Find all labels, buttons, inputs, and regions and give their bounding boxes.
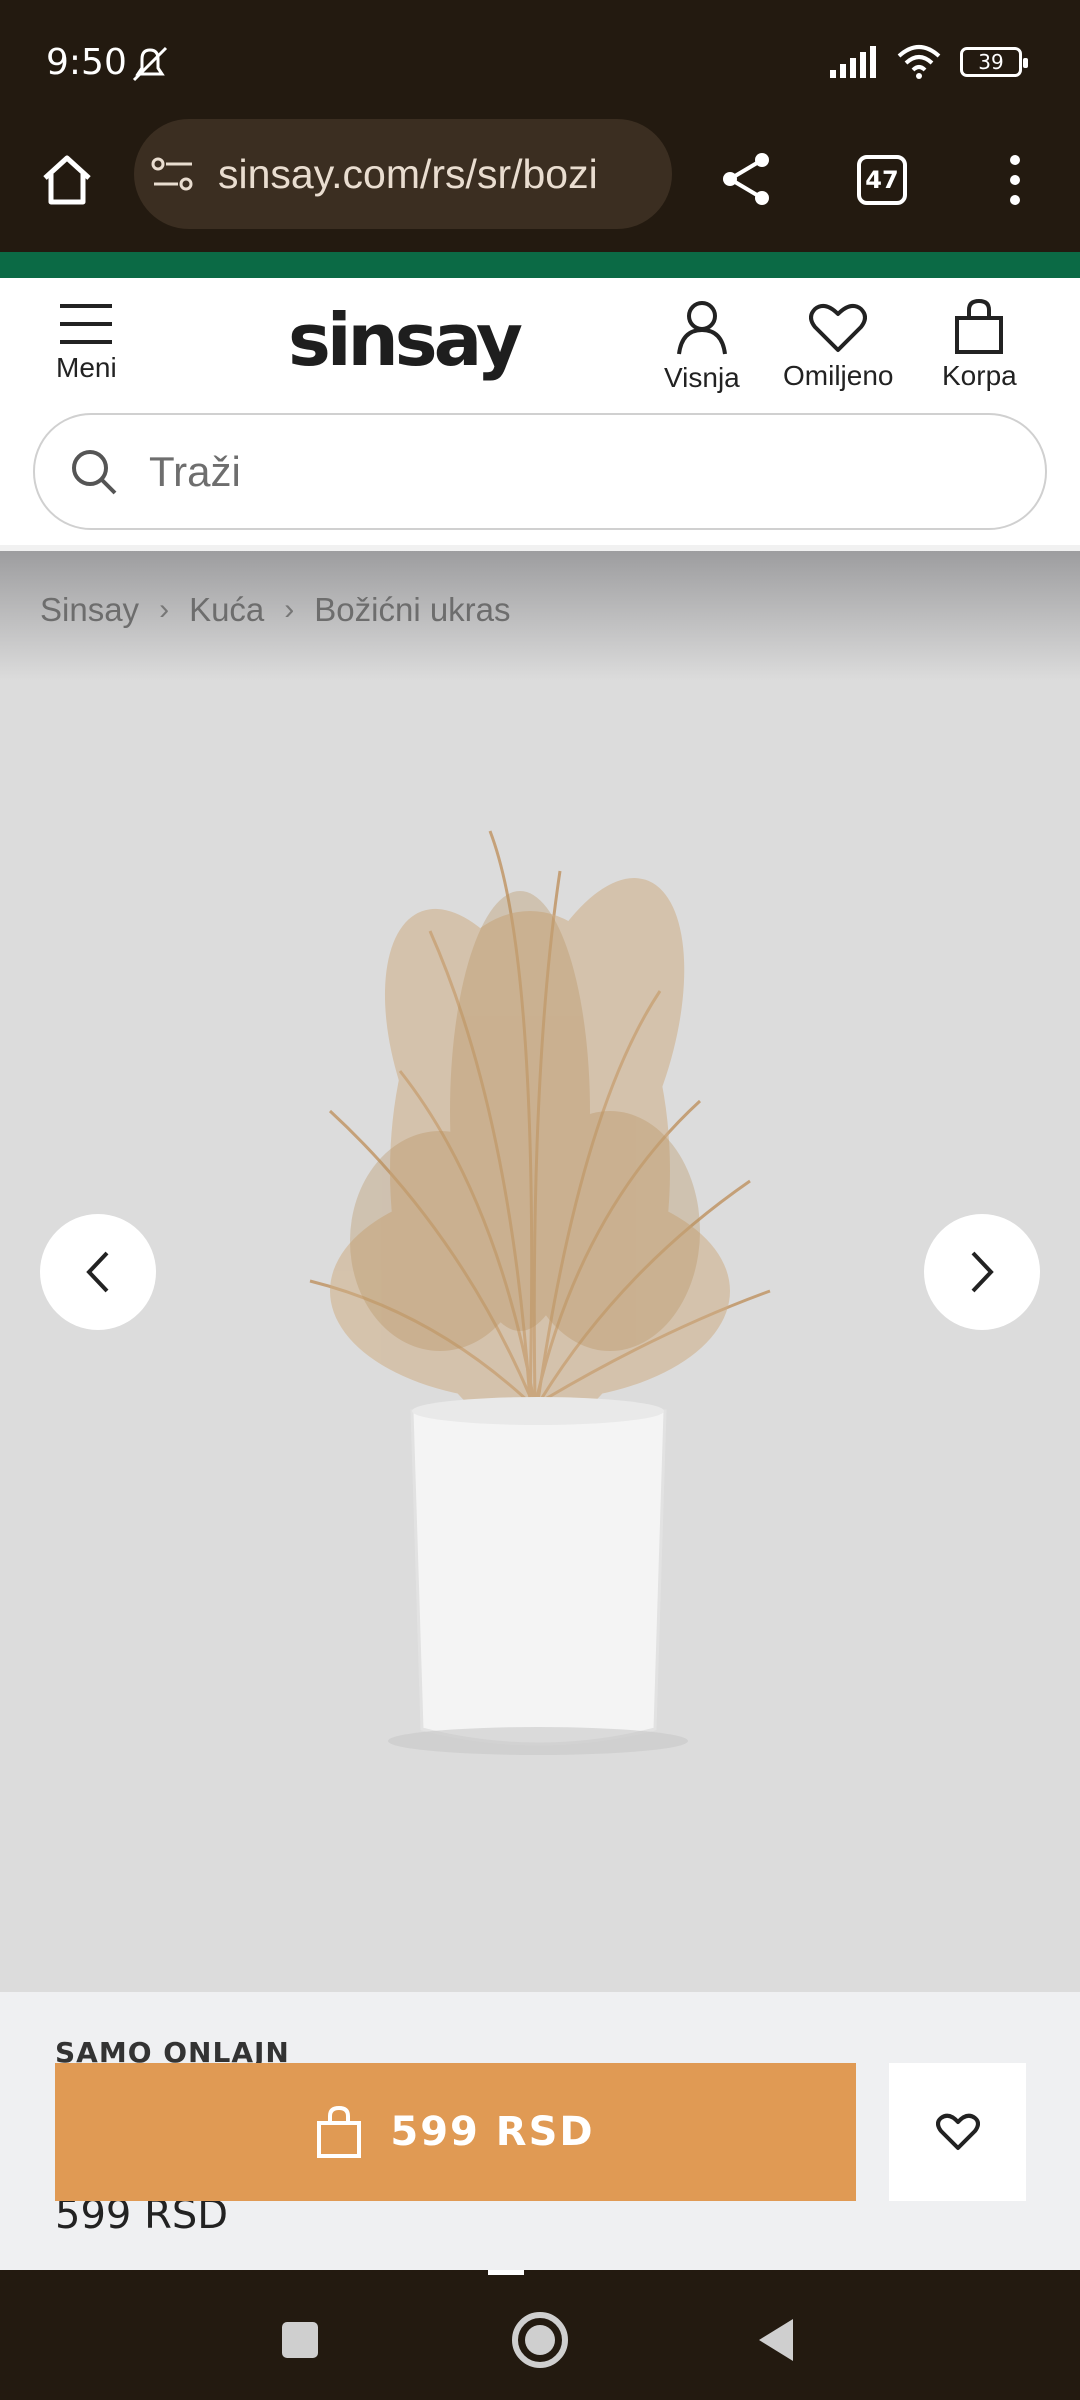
breadcrumb-item[interactable]: Sinsay bbox=[40, 591, 139, 629]
prev-image-button[interactable] bbox=[40, 1214, 156, 1330]
account-label: Visnja bbox=[664, 362, 740, 393]
battery-icon: 39 bbox=[960, 47, 1028, 77]
wifi-icon bbox=[897, 45, 941, 79]
search-placeholder: Traži bbox=[149, 447, 241, 495]
heart-icon bbox=[809, 303, 868, 352]
chevron-right-icon: › bbox=[284, 593, 295, 626]
signal-icon bbox=[830, 46, 876, 78]
site-settings-icon[interactable] bbox=[150, 154, 196, 194]
add-to-favorites-button[interactable] bbox=[889, 2063, 1026, 2201]
site-header: Meni sinsay Visnja Omiljeno Korpa bbox=[0, 278, 1080, 412]
shopping-bag-icon bbox=[955, 298, 1004, 354]
gesture-indicator bbox=[488, 2270, 524, 2275]
menu-label: Meni bbox=[56, 352, 117, 383]
chevron-right-icon bbox=[971, 1251, 994, 1293]
browser-menu-button[interactable] bbox=[990, 140, 1040, 220]
heart-icon bbox=[935, 2113, 980, 2150]
status-time: 9:50 bbox=[46, 42, 127, 83]
status-bar: 9:50 39 bbox=[0, 0, 1080, 115]
chevron-left-icon bbox=[86, 1251, 109, 1293]
sinsay-logo[interactable]: sinsay bbox=[288, 298, 523, 382]
add-to-cart-label: 599 RSD bbox=[390, 2109, 595, 2155]
status-icons: 39 bbox=[830, 44, 1028, 80]
promo-strip bbox=[0, 252, 1080, 278]
menu-button[interactable]: Meni bbox=[56, 302, 117, 384]
url-text: sinsay.com/rs/sr/bozi bbox=[218, 150, 598, 197]
browser-toolbar: sinsay.com/rs/sr/bozi 47 bbox=[0, 115, 1080, 252]
share-button[interactable] bbox=[708, 141, 784, 217]
product-gallery[interactable]: Sinsay › Kuća › Božićni ukras bbox=[0, 551, 1080, 1992]
back-button[interactable] bbox=[745, 2310, 805, 2370]
home-icon bbox=[43, 155, 91, 205]
cart-button[interactable]: Korpa bbox=[942, 298, 1017, 392]
tabs-button[interactable]: 47 bbox=[842, 140, 922, 220]
search-icon bbox=[72, 449, 117, 494]
circle-icon bbox=[512, 2312, 568, 2368]
square-icon bbox=[282, 2322, 318, 2358]
add-to-cart-button[interactable]: 599 RSD bbox=[55, 2063, 856, 2201]
share-icon bbox=[723, 153, 769, 205]
shopping-bag-icon bbox=[317, 2105, 362, 2158]
home-nav-button[interactable] bbox=[505, 2305, 575, 2375]
tab-count: 47 bbox=[857, 155, 907, 205]
mute-notification-icon bbox=[132, 46, 168, 82]
favorites-button[interactable]: Omiljeno bbox=[783, 302, 893, 392]
user-icon bbox=[676, 301, 727, 355]
breadcrumb: Sinsay › Kuća › Božićni ukras bbox=[40, 591, 511, 629]
next-image-button[interactable] bbox=[924, 1214, 1040, 1330]
address-bar[interactable]: sinsay.com/rs/sr/bozi bbox=[134, 119, 672, 229]
recents-button[interactable] bbox=[270, 2310, 330, 2370]
account-button[interactable]: Visnja bbox=[664, 300, 740, 394]
breadcrumb-item[interactable]: Kuća bbox=[189, 591, 264, 629]
search-input[interactable]: Traži bbox=[33, 413, 1047, 530]
home-button[interactable] bbox=[30, 143, 104, 217]
more-vert-icon bbox=[1010, 155, 1020, 205]
product-image bbox=[309, 830, 771, 1755]
back-triangle-icon bbox=[759, 2319, 793, 2361]
breadcrumb-item[interactable]: Božićni ukras bbox=[314, 591, 510, 629]
hamburger-icon bbox=[60, 304, 113, 344]
system-nav-bar bbox=[0, 2270, 1080, 2400]
chevron-right-icon: › bbox=[159, 593, 170, 626]
cart-label: Korpa bbox=[942, 360, 1017, 391]
favorites-label: Omiljeno bbox=[783, 360, 894, 391]
